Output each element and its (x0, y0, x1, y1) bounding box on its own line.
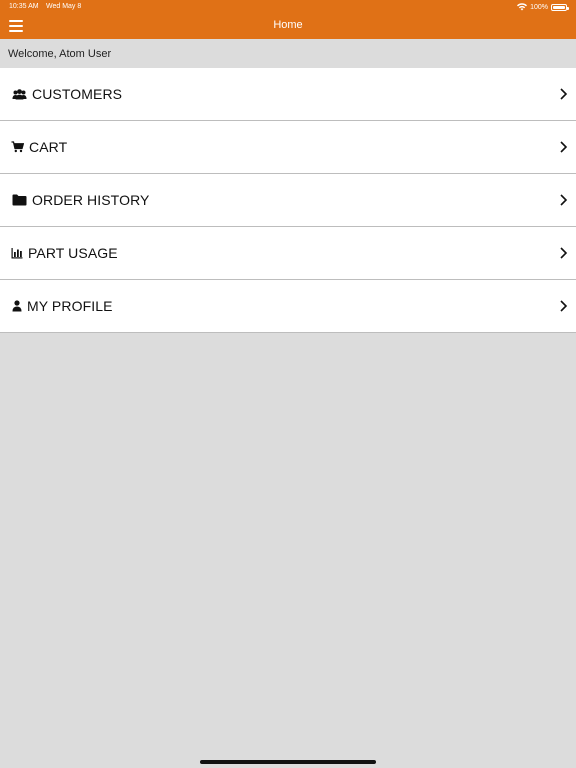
status-indicators: 100% (517, 2, 569, 12)
menu-item-label: ORDER HISTORY (32, 192, 150, 208)
top-bar: 10:35 AM Wed May 8 100% Home (0, 0, 576, 39)
menu-item-part-usage[interactable]: PART USAGE (0, 227, 576, 280)
user-icon (11, 299, 22, 313)
chevron-right-icon (560, 247, 568, 259)
wifi-icon (517, 3, 528, 11)
chevron-right-icon (560, 88, 568, 100)
home-menu-list: CUSTOMERS CART ORDER HISTORY PART USAGE … (0, 68, 576, 333)
welcome-message: Welcome, Atom User (0, 39, 576, 68)
chevron-right-icon (560, 141, 568, 153)
folder-icon (11, 193, 27, 207)
status-time: 10:35 AM (9, 3, 39, 10)
users-icon (11, 87, 27, 101)
menu-item-cart[interactable]: CART (0, 121, 576, 174)
cart-icon (11, 140, 24, 154)
menu-item-my-profile[interactable]: MY PROFILE (0, 280, 576, 333)
chevron-right-icon (560, 194, 568, 206)
bar-chart-icon (11, 246, 23, 260)
menu-item-label: MY PROFILE (27, 298, 113, 314)
status-date: Wed May 8 (46, 3, 82, 10)
menu-item-label: CART (29, 139, 68, 155)
page-title: Home (273, 19, 303, 31)
menu-item-customers[interactable]: CUSTOMERS (0, 68, 576, 121)
app-screen: 10:35 AM Wed May 8 100% Home Welcome, At… (0, 0, 576, 768)
menu-item-order-history[interactable]: ORDER HISTORY (0, 174, 576, 227)
menu-item-label: CUSTOMERS (32, 86, 123, 102)
chevron-right-icon (560, 300, 568, 312)
menu-item-label: PART USAGE (28, 245, 118, 261)
battery-percent: 100% (530, 3, 548, 11)
home-indicator[interactable] (200, 760, 376, 764)
battery-icon (551, 3, 569, 11)
